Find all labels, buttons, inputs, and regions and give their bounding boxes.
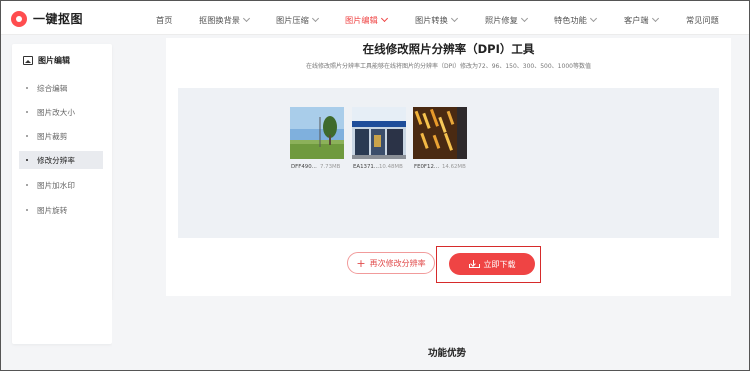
brand-name: 一键抠图 xyxy=(33,12,84,26)
sidebar-item-resolution[interactable]: 修改分辨率 xyxy=(19,151,103,169)
lights-thumbnail-icon[interactable] xyxy=(413,107,467,159)
sidebar-heading: 图片编辑 xyxy=(23,55,70,66)
download-button[interactable]: 立即下载 xyxy=(449,253,535,275)
chevron-down-icon xyxy=(242,14,250,23)
bullet-icon xyxy=(26,159,28,161)
image-icon xyxy=(23,56,33,65)
bullet-icon xyxy=(26,184,28,186)
chevron-down-icon xyxy=(651,14,659,23)
nav-label: 特色功能 xyxy=(554,15,587,25)
nav-item-repair[interactable]: 照片修复 xyxy=(485,14,528,26)
storefront-thumbnail-icon[interactable] xyxy=(352,107,406,159)
file-name: EA1371... xyxy=(353,164,379,170)
chevron-down-icon xyxy=(520,14,528,23)
nav-item-edit[interactable]: 图片编辑 xyxy=(345,14,388,26)
nav-label: 图片转换 xyxy=(415,15,448,25)
nav-item-home[interactable]: 首页 xyxy=(156,14,172,26)
file-name: DFF490... xyxy=(291,164,317,170)
download-icon xyxy=(468,260,480,268)
nav-label: 图片压缩 xyxy=(276,15,309,25)
plus-icon: + xyxy=(356,256,366,270)
bullet-icon xyxy=(26,135,28,137)
sidebar-item-label: 图片加水印 xyxy=(37,180,75,190)
nav-label: 客户端 xyxy=(624,15,649,25)
nav-label: 照片修复 xyxy=(485,15,518,25)
file-size: 7.73MB xyxy=(320,164,341,170)
sidebar-item-crop[interactable]: 图片裁剪 xyxy=(19,127,103,145)
page-title: 在线修改照片分辨率（DPI）工具 xyxy=(362,42,535,56)
sidebar-item-watermark[interactable]: 图片加水印 xyxy=(19,176,103,194)
sidebar-item-label: 综合编辑 xyxy=(37,83,68,93)
sidebar-item-label: 图片旋转 xyxy=(37,205,68,215)
sidebar-item-resize[interactable]: 图片改大小 xyxy=(19,103,103,121)
logo-icon xyxy=(11,10,27,27)
file-size: 10.48MB xyxy=(379,164,403,170)
chevron-down-icon xyxy=(589,14,597,23)
bullet-icon xyxy=(26,111,28,113)
features-title: 功能优势 xyxy=(428,348,467,359)
file-name: FE0F12... xyxy=(414,164,440,170)
redo-resolution-button[interactable]: + 再次修改分辨率 xyxy=(347,252,435,274)
features-section xyxy=(112,300,749,370)
nav-item-features[interactable]: 特色功能 xyxy=(554,14,597,26)
chevron-down-icon xyxy=(311,14,319,23)
upload-area[interactable]: DFF490... 7.73MB EA1371... 10.48MB FE0F1… xyxy=(178,88,719,238)
nav-item-convert[interactable]: 图片转换 xyxy=(415,14,458,26)
bullet-icon xyxy=(26,209,28,211)
nav-label: 首页 xyxy=(156,15,173,25)
page-subtitle: 在线修改照片分辨率工具能够在线将图片的分辨率（DPI）修改为72、96、150、… xyxy=(306,63,591,70)
sidebar-heading-label: 图片编辑 xyxy=(38,56,70,65)
landscape-thumbnail-icon[interactable] xyxy=(290,107,344,159)
nav-item-compress[interactable]: 图片压缩 xyxy=(276,14,319,26)
sidebar-item-label: 图片改大小 xyxy=(37,107,75,117)
sidebar-item-composite-edit[interactable]: 综合编辑 xyxy=(19,79,103,97)
chevron-down-icon xyxy=(450,14,458,23)
nav-item-cutout[interactable]: 抠图换背景 xyxy=(199,14,250,26)
sidebar-item-label: 修改分辨率 xyxy=(37,155,75,165)
nav-item-client[interactable]: 客户端 xyxy=(624,14,659,26)
nav-label: 抠图换背景 xyxy=(199,15,240,25)
sidebar-item-rotate[interactable]: 图片旋转 xyxy=(19,201,103,219)
nav-item-faq[interactable]: 常见问题 xyxy=(686,14,719,26)
top-navigation-bar: 一键抠图 首页 抠图换背景 图片压缩 图片编辑 图片转换 照片修复 特色功能 客… xyxy=(1,1,749,35)
nav-label: 常见问题 xyxy=(686,15,719,25)
nav-label: 图片编辑 xyxy=(345,15,378,25)
main-panel: 在线修改照片分辨率（DPI）工具 在线修改照片分辨率工具能够在线将图片的分辨率（… xyxy=(166,38,731,296)
sidebar-item-label: 图片裁剪 xyxy=(37,131,68,141)
bullet-icon xyxy=(26,87,28,89)
chevron-down-icon xyxy=(380,14,388,23)
brand-logo[interactable]: 一键抠图 xyxy=(11,10,83,27)
file-size: 14.62MB xyxy=(442,164,466,170)
sidebar: 图片编辑 综合编辑 图片改大小 图片裁剪 修改分辨率 图片加水印 图片旋转 xyxy=(12,44,112,344)
redo-resolution-label: 再次修改分辨率 xyxy=(369,258,426,268)
download-label: 立即下载 xyxy=(483,259,516,269)
